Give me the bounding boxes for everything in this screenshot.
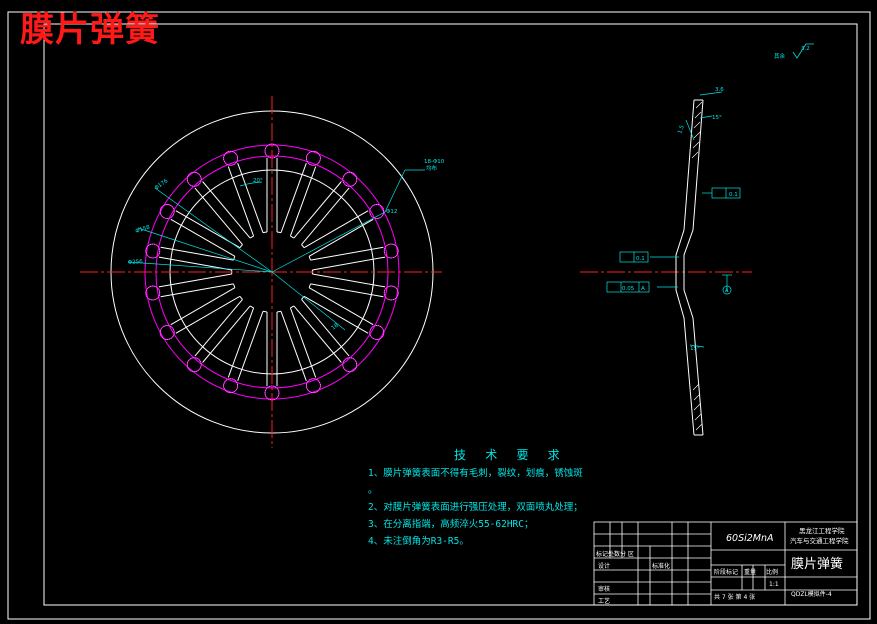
side-dimensions xyxy=(606,91,741,348)
tb-label-process: 工艺 xyxy=(598,597,610,605)
slot-edge xyxy=(293,305,342,363)
finger-tip-arc xyxy=(239,295,243,300)
tol-parallel: 0.05 xyxy=(622,286,635,292)
finger-tip-arc xyxy=(276,310,282,313)
finger-tip-arc xyxy=(308,283,311,288)
note-hole-2: 均布 xyxy=(426,164,438,172)
dim-slot: 18 xyxy=(331,322,341,331)
dim-small: 1.5 xyxy=(677,124,686,135)
slot-edge xyxy=(202,305,251,363)
dim-thickness: 3.6 xyxy=(715,87,724,93)
finger-tip-arc xyxy=(290,305,295,309)
tech-requirements-title: 技 术 要 求 xyxy=(454,448,566,462)
note-hole: 18-Φ10 xyxy=(424,159,445,165)
dim-diameter-2: Φ158 xyxy=(135,224,151,234)
tb-drawing-no: QDZL模拟件-4 xyxy=(791,590,832,598)
tb-school-1: 黑龙江工程学院 xyxy=(799,526,845,535)
slot-edge xyxy=(194,299,243,357)
slot-edge xyxy=(194,187,243,245)
slot-edge xyxy=(227,166,255,237)
finger-tip-arc xyxy=(239,244,243,249)
finger-tip-arc xyxy=(249,305,254,309)
slot-edge xyxy=(280,163,307,233)
finger-tip-arc xyxy=(262,231,268,234)
slot-edge xyxy=(237,163,264,233)
dim-angle-bottom: 15° xyxy=(690,346,700,352)
side-hatch xyxy=(691,101,703,431)
slot-edge xyxy=(280,311,307,381)
tb-scale: 1:1 xyxy=(769,581,779,588)
finger-tip-arc xyxy=(233,283,236,288)
tol-flatness-2: 0.1 xyxy=(636,256,645,262)
slot-edge xyxy=(293,181,342,239)
tb-label-std: 标准化 xyxy=(652,562,670,570)
roughness-label: 其余 xyxy=(774,52,786,60)
tb-material: 60Si2MnA xyxy=(726,533,774,544)
finger-tip-arc xyxy=(308,256,311,261)
requirement-item: 4、未注倒角为R3-R5。 xyxy=(368,536,469,547)
tb-part-name: 膜片弹簧 xyxy=(791,556,843,572)
dim-hole: Φ12 xyxy=(386,209,397,215)
dim-angle-slot: 20° xyxy=(253,178,263,184)
slot-edge xyxy=(202,181,251,239)
slot-edge xyxy=(301,187,350,245)
tb-sheet-info: 共 7 张 第 4 张 xyxy=(714,593,755,601)
tb-label-design: 设计 xyxy=(598,562,610,570)
tb-label-stage: 阶段标记 xyxy=(714,568,738,576)
datum-symbol: A xyxy=(725,288,729,294)
dim-diameter-3: Φ256 xyxy=(128,259,144,266)
dim-diameter-1: Φ176 xyxy=(154,178,170,192)
tb-label-weight: 重量 xyxy=(744,568,756,576)
finger-tip-arc xyxy=(301,244,305,249)
tb-label-scale: 比例 xyxy=(766,568,778,576)
tech-requirements: 技 术 要 求 1、膜片弹簧表面不得有毛刺，裂纹，划痕，锈蚀斑 。 2、对膜片弹… xyxy=(368,447,583,550)
tol-flatness-1: 0.1 xyxy=(729,192,738,198)
slot-edge xyxy=(227,307,255,378)
slot-edge xyxy=(289,307,317,378)
tb-school-2: 汽车与交通工程学院 xyxy=(790,536,849,545)
slot-edge xyxy=(237,311,264,381)
side-view xyxy=(675,99,704,436)
tb-label-mark: 标记处数分 区 xyxy=(596,550,634,558)
dim-angle-top: 15° xyxy=(712,115,722,121)
finger-tip-arc xyxy=(290,235,295,239)
finger-tip-arc xyxy=(249,235,254,239)
requirement-item: 。 xyxy=(368,485,378,496)
requirement-item: 3、在分离指端，高频淬火55-62HRC； xyxy=(368,519,534,530)
slot-edge xyxy=(289,166,317,237)
requirement-item: 1、膜片弹簧表面不得有毛刺，裂纹，划痕，锈蚀斑 xyxy=(368,468,583,479)
finger-tip-arc xyxy=(262,310,268,313)
slot-edge xyxy=(175,295,241,334)
slot-edge xyxy=(303,210,369,249)
requirement-item: 2、对膜片弹簧表面进行强压处理，双面喷丸处理； xyxy=(368,502,583,513)
tb-label-review: 审核 xyxy=(598,585,610,593)
overlay-title: 膜片弹簧 xyxy=(20,10,160,50)
datum-ref: A xyxy=(641,286,645,292)
finger-tip-arc xyxy=(276,231,282,234)
